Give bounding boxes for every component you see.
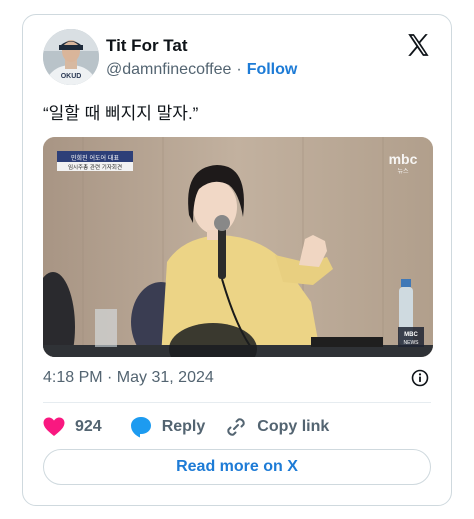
corner-badge-top: MBC bbox=[404, 332, 418, 338]
tweet-media[interactable]: 민희진 어도어 대표 임시주총 관련 기자회견 mbc 뉴스 MBC NEWS bbox=[43, 137, 433, 357]
heart-icon bbox=[43, 417, 65, 436]
x-logo-icon[interactable] bbox=[405, 32, 431, 58]
news-caption-subtitle: 임시주총 관련 기자회견 bbox=[68, 163, 122, 171]
author-display-name[interactable]: Tit For Tat bbox=[106, 36, 188, 56]
action-bar: 924 Reply Copy link bbox=[43, 415, 329, 439]
copy-link-label: Copy link bbox=[257, 418, 330, 435]
copy-link-button[interactable]: Copy link bbox=[225, 416, 329, 438]
tweet-timestamp[interactable]: 4:18 PM · May 31, 2024 bbox=[43, 369, 214, 387]
like-count: 924 bbox=[75, 418, 102, 435]
reply-button[interactable]: Reply bbox=[130, 416, 206, 438]
info-icon[interactable] bbox=[411, 369, 429, 387]
divider bbox=[43, 402, 431, 403]
tweet-text: “일할 때 삐지지 말자.” bbox=[43, 104, 199, 123]
reply-label: Reply bbox=[161, 418, 206, 435]
avatar-image: OKUD bbox=[43, 29, 99, 85]
news-caption-title: 민희진 어도어 대표 bbox=[71, 154, 119, 162]
avatar[interactable]: OKUD bbox=[43, 29, 99, 85]
embedded-tweet-card: OKUD Tit For Tat @damnfinecoffee · Follo… bbox=[22, 14, 452, 506]
link-icon bbox=[227, 418, 245, 436]
follow-button[interactable]: Follow bbox=[247, 61, 298, 79]
broadcaster-logo: mbc bbox=[389, 151, 418, 167]
avatar-jersey-text: OKUD bbox=[61, 73, 82, 80]
author-handle[interactable]: @damnfinecoffee bbox=[106, 61, 231, 79]
read-more-button[interactable]: Read more on X bbox=[43, 449, 431, 485]
author-handle-row: @damnfinecoffee · Follow bbox=[106, 61, 297, 79]
corner-badge-bottom: NEWS bbox=[404, 340, 420, 346]
like-button[interactable]: 924 bbox=[43, 417, 102, 437]
separator-dot: · bbox=[236, 61, 242, 78]
broadcaster-logo-subtitle: 뉴스 bbox=[397, 168, 409, 175]
reply-bubble-icon bbox=[130, 417, 151, 438]
